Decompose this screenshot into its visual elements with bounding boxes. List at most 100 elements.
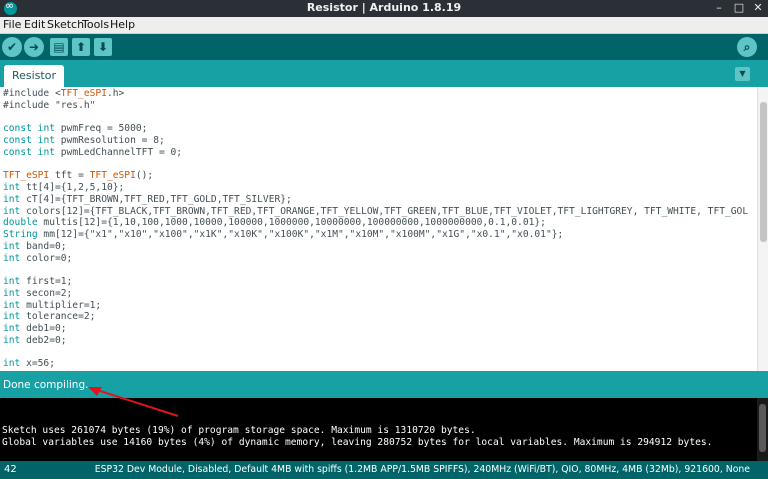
code-token: colors[12]={TFT_BLACK,TFT_BROWN,TFT_RED,… [20, 205, 749, 217]
code-token: int [3, 276, 21, 287]
code-token: mm[12]={"x1","x10","x100","x1K","x10K","… [37, 229, 564, 240]
code-token: String [3, 229, 38, 240]
code-token: cT[4]={TFT_BROWN,TFT_RED,TFT_GOLD,TFT_SI… [20, 193, 292, 205]
code-line: TFT_eSPI tft = TFT_eSPI(); [3, 170, 755, 182]
console-scrollbar-thumb[interactable] [759, 404, 766, 452]
open-sketch-button[interactable]: ⬆ [72, 38, 90, 56]
code-token: x=56; [20, 358, 55, 370]
console-scrollbar[interactable] [757, 398, 768, 461]
toolbar: ✔ ➜ ▤ ⬆ ⬇ ⌕ [0, 34, 768, 60]
magnifier-icon: ⌕ [743, 40, 751, 54]
board-info: ESP32 Dev Module, Disabled, Default 4MB … [94, 464, 750, 475]
code-token: TFT_eSPI [89, 170, 136, 182]
serial-monitor-button[interactable]: ⌕ [737, 37, 757, 57]
arrow-up-icon: ⬆ [75, 40, 87, 54]
code-line: int deb1=0; [3, 323, 755, 335]
title-bar: Resistor | Arduino 1.8.19 – □ ✕ [0, 0, 768, 17]
code-token: .h> [106, 88, 125, 99]
code-token: int [3, 240, 21, 252]
editor-scrollbar[interactable] [757, 87, 768, 371]
code-token: pwmFreq = 5000; [55, 123, 148, 135]
code-token: int [3, 334, 21, 346]
code-token: int [3, 287, 21, 299]
code-line: int cT[4]={TFT_BROWN,TFT_RED,TFT_GOLD,TF… [3, 194, 755, 206]
check-icon: ✔ [6, 40, 18, 54]
code-token: deb1=0; [20, 323, 67, 334]
code-line: int color=0; [3, 253, 755, 265]
menu-edit[interactable]: Edit [24, 18, 45, 31]
tab-resistor[interactable]: Resistor [4, 65, 64, 87]
code-token: (); [135, 170, 154, 182]
code-token: int [3, 182, 21, 193]
code-token: int [3, 323, 21, 334]
code-token: secon=2; [20, 287, 73, 299]
code-line: int tt[4]={1,2,5,10}; [3, 182, 755, 194]
code-line: int secon=2; [3, 288, 755, 300]
bottom-status-bar: 42 ESP32 Dev Module, Disabled, Default 4… [0, 461, 768, 479]
code-token: multiplier=1; [20, 299, 102, 311]
output-console[interactable]: Sketch uses 261074 bytes (19%) of progra… [0, 398, 768, 461]
code-token: int [37, 123, 55, 135]
editor-scrollbar-thumb[interactable] [760, 102, 767, 242]
code-token: band=0; [20, 240, 67, 252]
upload-button[interactable]: ➜ [24, 37, 44, 57]
code-token: pwmLedChannelTFT = 0; [55, 146, 183, 158]
code-line: int colors[12]={TFT_BLACK,TFT_BROWN,TFT_… [3, 206, 755, 218]
verify-button[interactable]: ✔ [2, 37, 22, 57]
line-number: 42 [4, 464, 17, 475]
menu-sketch[interactable]: Sketch [47, 18, 84, 31]
arrow-right-icon: ➜ [28, 40, 40, 54]
code-token: const [3, 135, 32, 146]
code-text[interactable]: #include <TFT_eSPI.h> #include "res.h" con… [3, 88, 755, 371]
code-line: int x=56; [3, 358, 755, 370]
code-line: const int pwmFreq = 5000; [3, 123, 755, 135]
maximize-icon[interactable]: □ [732, 1, 746, 15]
code-token: int [3, 205, 21, 217]
close-icon[interactable]: ✕ [751, 1, 765, 15]
menu-file[interactable]: File [3, 18, 21, 31]
tab-bar: Resistor ▼ [0, 60, 768, 87]
arrow-down-icon: ⬇ [97, 40, 109, 54]
code-line: #include "res.h" [3, 100, 755, 112]
code-token: deb2=0; [20, 334, 67, 346]
code-line: const int pwmResolution = 8; [3, 135, 755, 147]
code-token: int [3, 193, 21, 205]
menu-help[interactable]: Help [110, 18, 135, 31]
code-line: #include <TFT_eSPI.h> [3, 88, 755, 100]
code-token: TFT_eSPI [60, 88, 107, 99]
code-token: tolerance=2; [20, 311, 96, 323]
console-line: Global variables use 14160 bytes (4%) of… [2, 437, 713, 448]
code-token: TFT_eSPI [3, 170, 50, 182]
code-editor[interactable]: #include <TFT_eSPI.h> #include "res.h" con… [0, 87, 768, 371]
status-message: Done compiling. [3, 379, 89, 391]
code-line: int tolerance=2; [3, 311, 755, 323]
menu-bar: File Edit Sketch Tools Help [0, 17, 768, 34]
tab-menu-button[interactable]: ▼ [735, 67, 750, 81]
new-sketch-button[interactable]: ▤ [50, 38, 68, 56]
code-token: #include "res.h" [3, 99, 96, 111]
code-line: int multiplier=1; [3, 300, 755, 312]
code-token: int [3, 311, 21, 323]
code-token: multis[12]={1,10,100,1000,10000,100000,1… [37, 217, 546, 229]
menu-tools[interactable]: Tools [82, 18, 109, 31]
code-token: tft = [49, 170, 90, 182]
code-token: #include < [3, 88, 61, 99]
minimize-icon[interactable]: – [712, 1, 726, 15]
new-file-icon: ▤ [53, 40, 65, 54]
code-token: int [3, 358, 21, 370]
code-token: int [3, 299, 21, 311]
status-strip: Done compiling. [0, 371, 768, 398]
window-title: Resistor | Arduino 1.8.19 [306, 1, 462, 14]
code-token: double [3, 217, 38, 229]
save-sketch-button[interactable]: ⬇ [94, 38, 112, 56]
code-token: tt[4]={1,2,5,10}; [20, 182, 125, 193]
code-token: const [3, 123, 32, 135]
code-line: int band=0; [3, 241, 755, 253]
chevron-down-icon: ▼ [739, 69, 746, 78]
code-token: first=1; [20, 276, 73, 287]
code-token: const [3, 146, 32, 158]
